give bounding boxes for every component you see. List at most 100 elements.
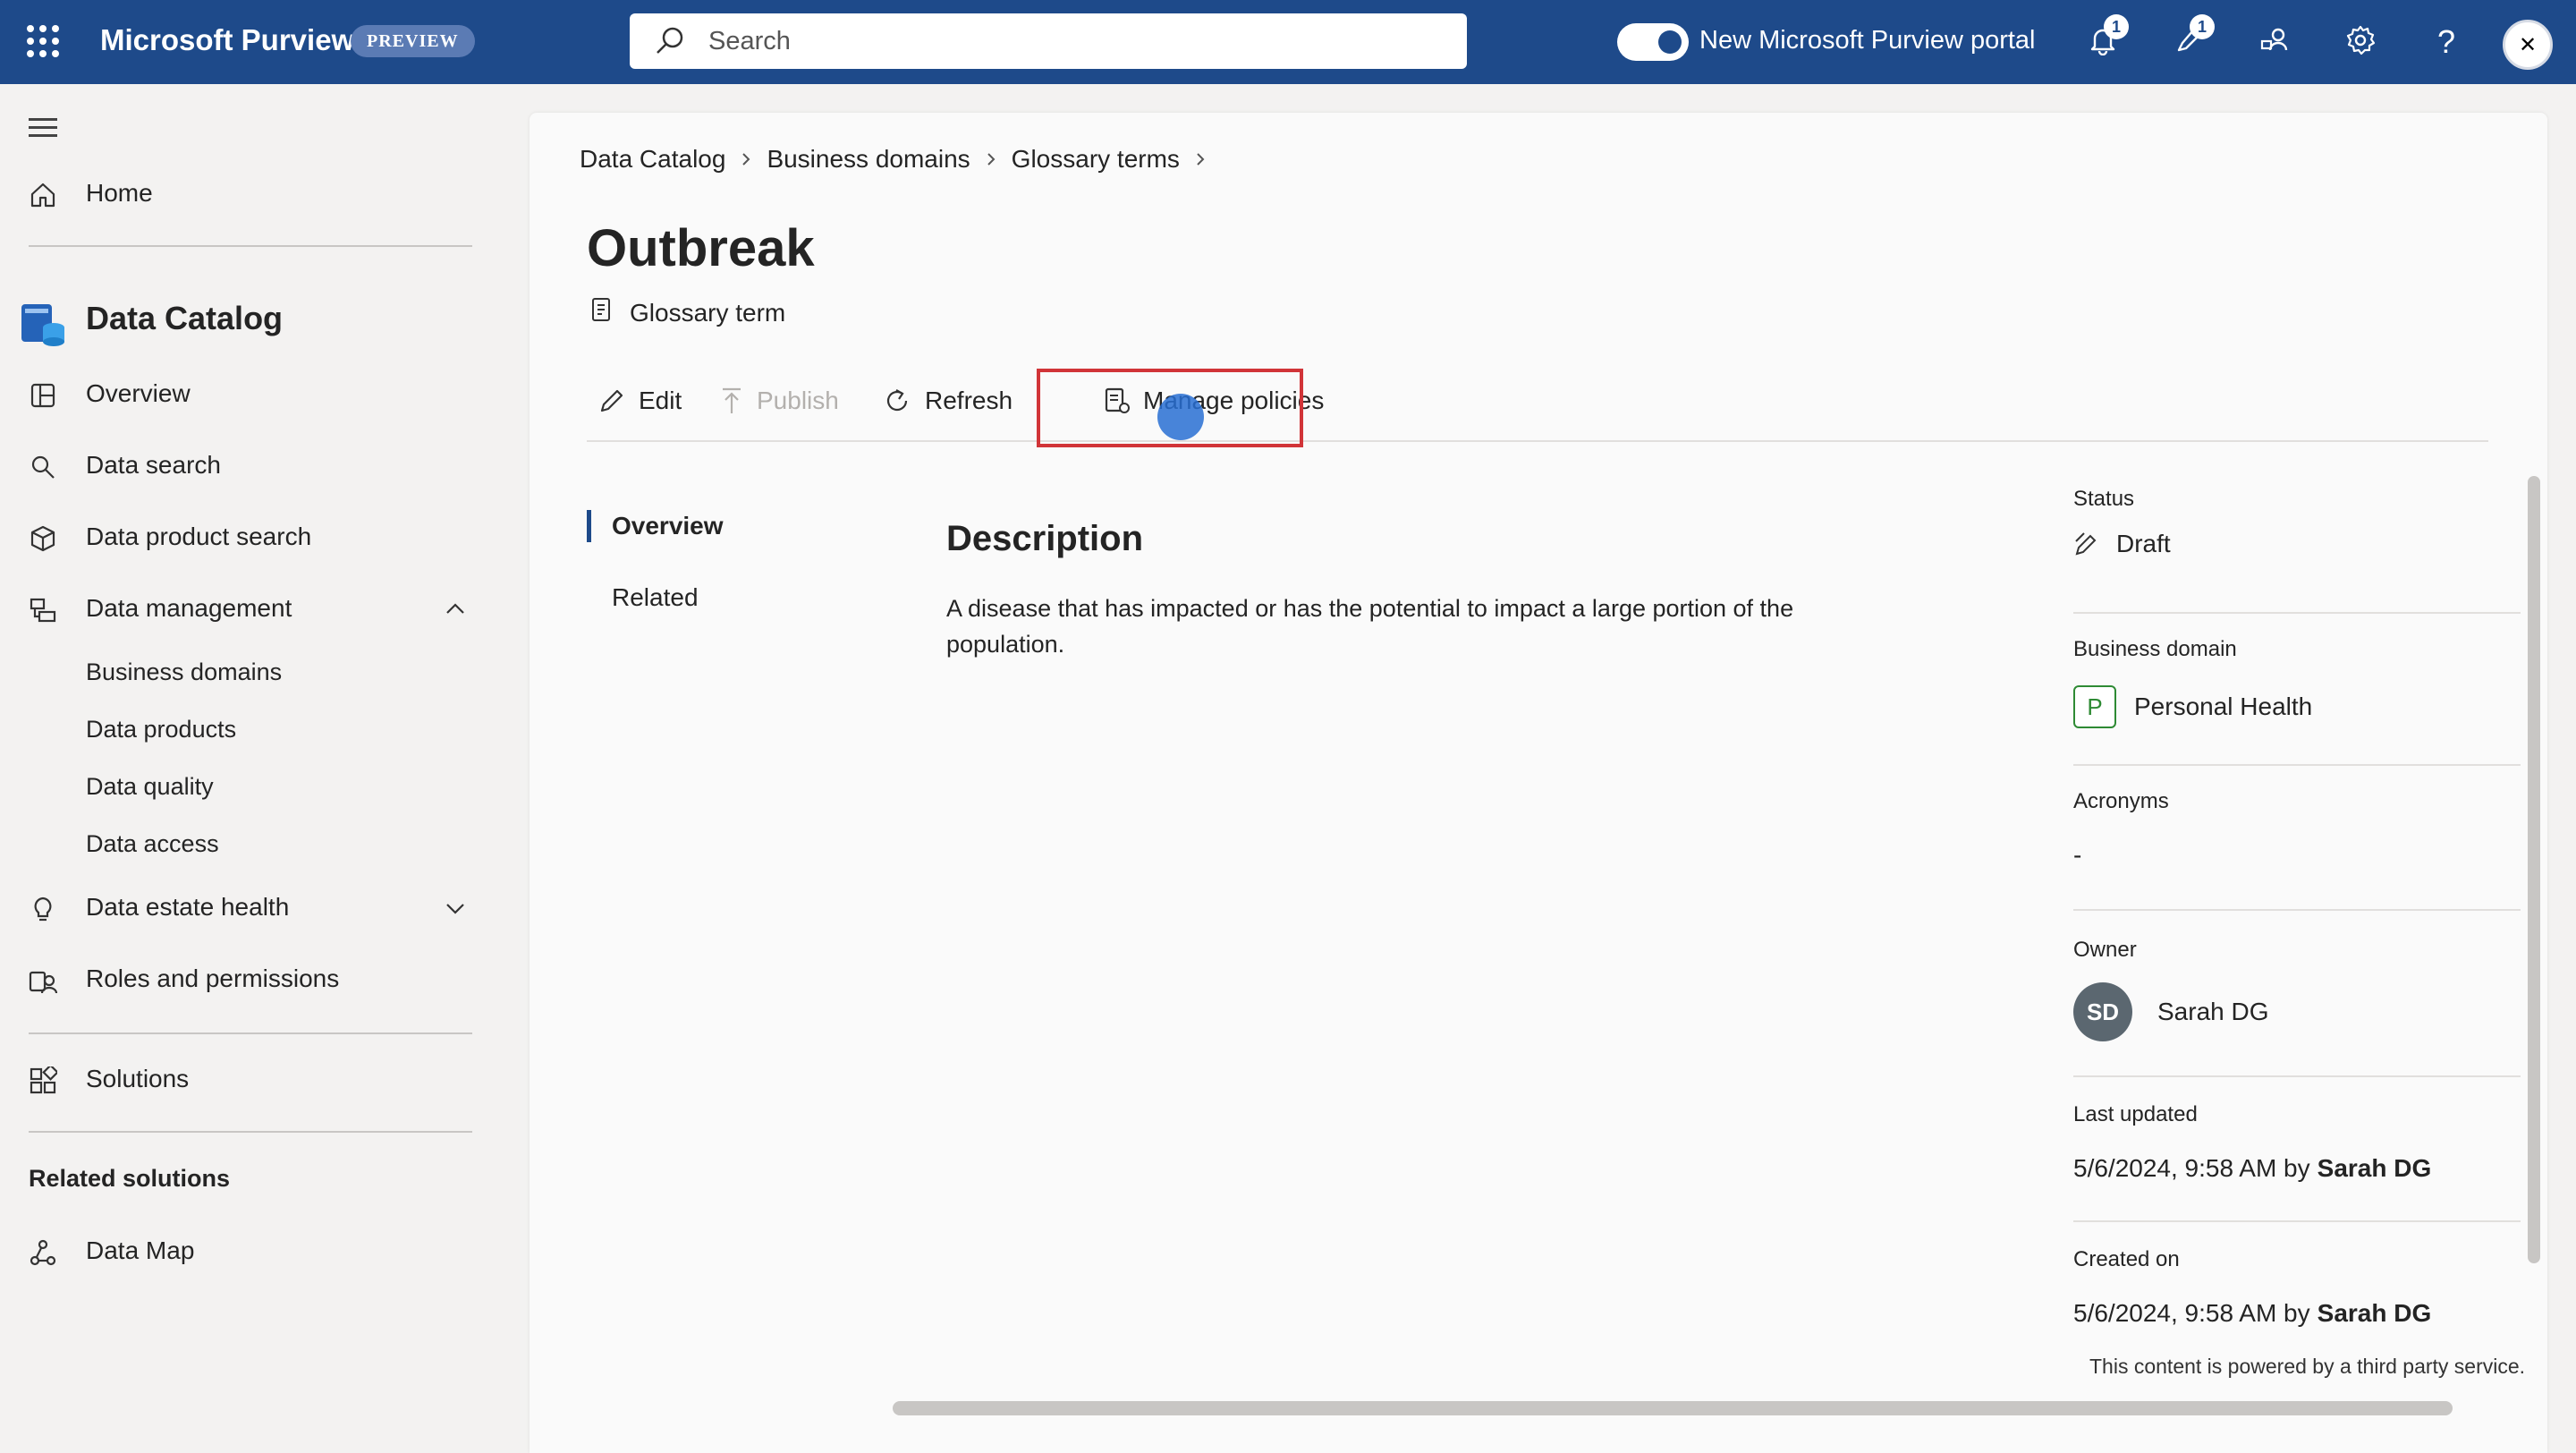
property-label: Business domain xyxy=(2073,637,2237,661)
overview-icon xyxy=(27,379,59,412)
created-on-value: 5/6/2024, 9:58 AM by Sarah DG xyxy=(2073,1299,2431,1328)
sidebar-subitem-data-products[interactable]: Data products xyxy=(86,716,236,743)
sidebar-subitem-data-access[interactable]: Data access xyxy=(86,830,219,858)
draft-icon xyxy=(2073,531,2100,557)
policy-icon xyxy=(1104,387,1131,415)
business-domain-link[interactable]: P Personal Health xyxy=(2073,685,2312,728)
owner-name: Sarah DG xyxy=(2157,998,2269,1025)
manage-policies-button[interactable]: Manage policies xyxy=(1104,379,1324,422)
notifications-badge: 1 xyxy=(2104,14,2129,39)
feedback-button[interactable]: 1 xyxy=(2165,14,2215,66)
sidebar-item-solutions[interactable]: Solutions xyxy=(0,1050,483,1108)
acronyms-value: - xyxy=(2073,841,2082,869)
sidebar-item-label: Data product search xyxy=(86,523,312,550)
sidebar-item-overview[interactable]: Overview xyxy=(0,365,483,422)
lightbulb-icon xyxy=(27,893,59,925)
sidebar-item-home[interactable]: Home xyxy=(0,165,483,222)
avatar: SD xyxy=(2073,982,2132,1041)
tab-related[interactable]: Related xyxy=(587,578,855,623)
created-date: 5/6/2024, 9:58 AM by xyxy=(2073,1299,2310,1327)
sidebar-divider xyxy=(29,245,472,247)
sidebar-item-data-estate-health[interactable]: Data estate health xyxy=(0,879,483,936)
global-search[interactable] xyxy=(630,13,1467,69)
edit-button[interactable]: Edit xyxy=(597,379,682,422)
new-portal-toggle-label: New Microsoft Purview portal xyxy=(1699,26,2036,55)
chevron-up-icon[interactable] xyxy=(444,598,467,627)
sidebar-section-title: Data Catalog xyxy=(86,300,284,336)
sidebar-item-label: Overview xyxy=(86,379,191,407)
app-launcher-icon[interactable] xyxy=(27,25,59,57)
left-sidebar: Home Data Catalog Overview Data search D… xyxy=(0,84,501,1453)
breadcrumb-glossary-terms[interactable]: Glossary terms xyxy=(1012,145,1180,174)
home-icon xyxy=(27,179,59,211)
refresh-button[interactable]: Refresh xyxy=(882,379,1013,422)
property-label: Status xyxy=(2073,487,2135,511)
preview-badge: PREVIEW xyxy=(351,25,475,57)
search-icon xyxy=(655,26,685,61)
roles-icon xyxy=(27,964,59,997)
help-button[interactable]: ? xyxy=(2422,18,2470,66)
updated-by: Sarah DG xyxy=(2317,1154,2432,1182)
sidebar-item-label: Home xyxy=(86,179,153,207)
publish-icon xyxy=(719,387,744,415)
close-icon: ✕ xyxy=(2518,32,2538,57)
domain-value: Personal Health xyxy=(2134,693,2313,720)
sidebar-subitem-business-domains[interactable]: Business domains xyxy=(86,659,282,686)
property-business-domain: Business domain P Personal Health xyxy=(2073,614,2521,766)
data-management-icon xyxy=(27,594,59,626)
created-by: Sarah DG xyxy=(2317,1299,2432,1327)
chevron-right-icon xyxy=(738,151,754,167)
property-created-on: Created on 5/6/2024, 9:58 AM by Sarah DG xyxy=(2073,1222,2521,1365)
sidebar-item-roles-permissions[interactable]: Roles and permissions xyxy=(0,950,483,1007)
account-avatar[interactable]: ✕ xyxy=(2503,20,2553,70)
search-icon xyxy=(27,451,59,483)
refresh-icon xyxy=(882,386,912,416)
publish-button-label: Publish xyxy=(757,387,839,414)
horizontal-scrollbar[interactable] xyxy=(893,1401,2494,1415)
horizontal-scrollbar-thumb[interactable] xyxy=(893,1401,2453,1415)
sidebar-item-data-map[interactable]: Data Map xyxy=(0,1222,483,1279)
glossary-term-icon xyxy=(590,297,612,328)
sidebar-item-label: Data estate health xyxy=(86,893,290,921)
new-portal-toggle[interactable] xyxy=(1617,23,1689,61)
community-button[interactable] xyxy=(2250,18,2299,66)
sidebar-item-data-management[interactable]: Data management xyxy=(0,580,483,637)
community-icon xyxy=(2259,25,2290,60)
description-text: A disease that has impacted or has the p… xyxy=(946,595,1794,658)
app-title[interactable]: Microsoft Purview xyxy=(100,23,354,57)
property-last-updated: Last updated 5/6/2024, 9:58 AM by Sarah … xyxy=(2073,1077,2521,1222)
chevron-right-icon xyxy=(1192,151,1208,167)
sidebar-item-data-product-search[interactable]: Data product search xyxy=(0,508,483,565)
tab-overview[interactable]: Overview xyxy=(587,506,855,551)
solutions-icon xyxy=(27,1065,59,1097)
vertical-scrollbar[interactable] xyxy=(2528,476,2540,1263)
entity-type-label: Glossary term xyxy=(630,298,786,327)
sidebar-divider xyxy=(29,1131,472,1133)
sidebar-item-data-search[interactable]: Data search xyxy=(0,437,483,494)
chevron-down-icon[interactable] xyxy=(444,896,467,926)
sidebar-item-label: Data management xyxy=(86,594,292,622)
property-value: Draft xyxy=(2073,530,2171,558)
updated-date: 5/6/2024, 9:58 AM by xyxy=(2073,1154,2310,1182)
tab-label: Related xyxy=(612,583,699,611)
sidebar-section-data-catalog[interactable]: Data Catalog xyxy=(0,286,483,351)
sidebar-subitem-data-quality[interactable]: Data quality xyxy=(86,773,214,801)
breadcrumb-business-domains[interactable]: Business domains xyxy=(767,145,970,174)
breadcrumb-data-catalog[interactable]: Data Catalog xyxy=(580,145,725,174)
publish-button[interactable]: Publish xyxy=(719,379,839,422)
active-tab-indicator xyxy=(587,510,591,542)
property-label: Owner xyxy=(2073,938,2137,962)
collapse-nav-icon[interactable] xyxy=(29,118,57,142)
property-label: Last updated xyxy=(2073,1102,2198,1126)
feedback-badge: 1 xyxy=(2190,14,2215,39)
property-owner: Owner SD Sarah DG xyxy=(2073,911,2521,1077)
breadcrumb: Data Catalog Business domains Glossary t… xyxy=(580,145,1221,174)
data-catalog-icon xyxy=(20,301,66,347)
search-input[interactable] xyxy=(708,24,1442,58)
settings-button[interactable] xyxy=(2336,18,2385,66)
refresh-button-label: Refresh xyxy=(925,387,1013,414)
owner-value[interactable]: SD Sarah DG xyxy=(2073,982,2269,1041)
notifications-button[interactable]: 1 xyxy=(2079,14,2129,66)
last-updated-value: 5/6/2024, 9:58 AM by Sarah DG xyxy=(2073,1154,2431,1183)
pencil-icon xyxy=(597,387,626,415)
